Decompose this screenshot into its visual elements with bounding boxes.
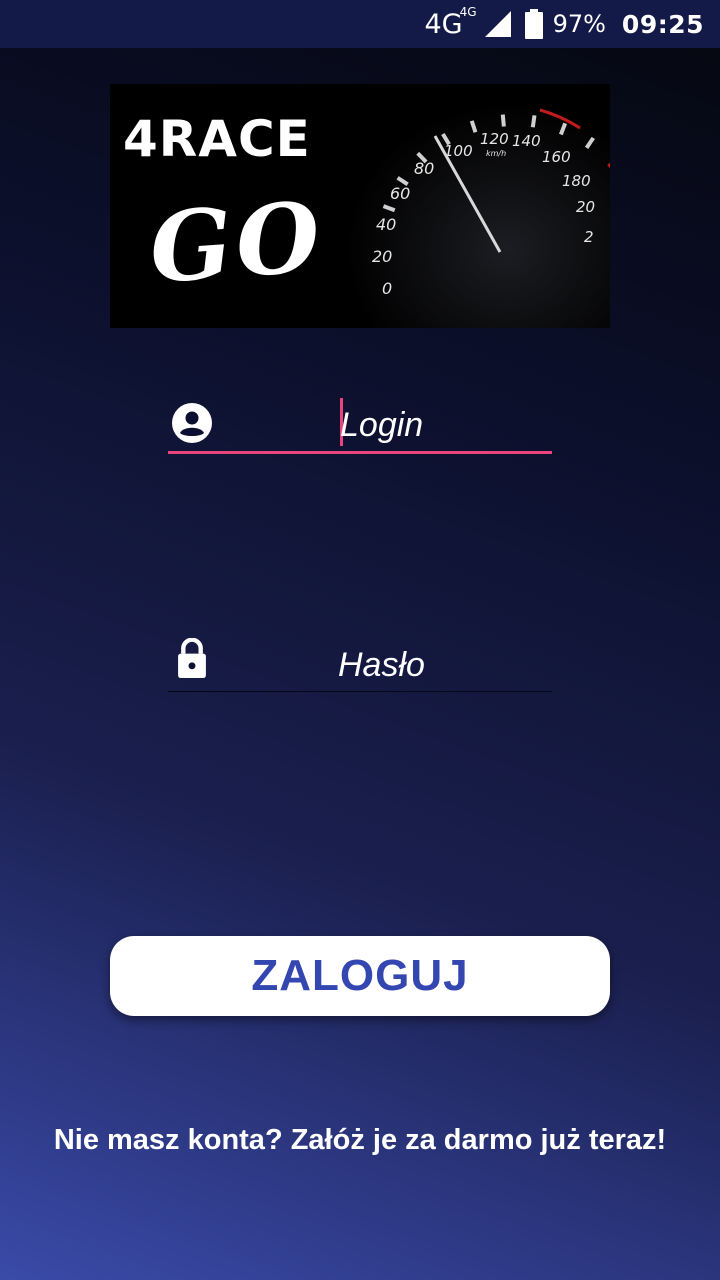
login-field[interactable]: Login: [168, 388, 552, 458]
network-small-label: 4G: [459, 4, 477, 19]
gauge-unit: km/h: [486, 149, 506, 158]
gauge-label-40: 40: [376, 215, 396, 234]
logo-title: 4RACE: [123, 110, 311, 168]
gauge-label-220: 2: [584, 228, 594, 246]
gauge-label-0: 0: [382, 279, 392, 298]
account-circle-icon: [172, 403, 212, 443]
clock: 09:25: [621, 9, 704, 39]
gauge-label-120: 120: [480, 130, 509, 148]
gauge-label-60: 60: [390, 184, 410, 203]
password-field[interactable]: Hasło: [168, 628, 552, 698]
network-label: 4G: [424, 8, 463, 40]
login-button[interactable]: ZALOGUJ: [110, 936, 610, 1016]
login-input[interactable]: Login: [340, 406, 423, 445]
status-bar: 4G 4G 97% 09:25: [0, 0, 720, 48]
gauge-tick: [530, 115, 537, 128]
logo-subtitle: GO: [146, 180, 328, 305]
battery-icon: [524, 9, 543, 39]
app-logo-banner: 4RACE GO 0 20 40 60 80 100 120 140 160 1…: [110, 84, 610, 328]
password-input[interactable]: Hasło: [338, 646, 425, 685]
speedometer-image: 0 20 40 60 80 100 120 140 160 180 20 2 k…: [340, 84, 610, 328]
gauge-label-160: 160: [542, 148, 571, 166]
battery-percent: 97%: [552, 10, 606, 38]
network-type: 4G 4G: [424, 5, 476, 40]
password-underline: [168, 691, 552, 692]
gauge-label-140: 140: [512, 132, 541, 150]
gauge-label-180: 180: [562, 172, 591, 190]
gauge-tick: [500, 114, 506, 127]
gauge-label-20: 20: [372, 247, 392, 266]
register-link[interactable]: Nie masz konta? Załóż je za darmo już te…: [0, 1124, 720, 1157]
gauge-label-200: 20: [576, 198, 595, 216]
lock-icon: [178, 638, 206, 678]
signal-icon: [484, 11, 511, 37]
login-underline: [168, 451, 552, 454]
gauge-label-80: 80: [414, 159, 434, 178]
